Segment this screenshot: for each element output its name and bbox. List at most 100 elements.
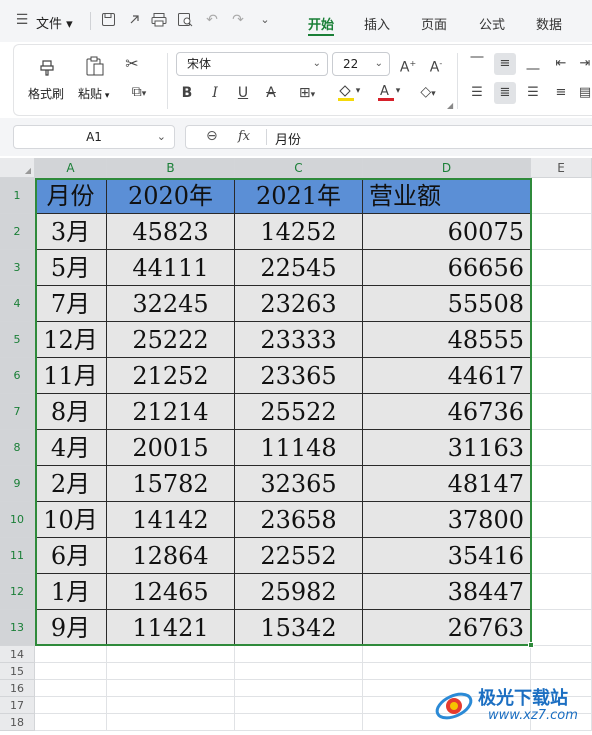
align-left-icon[interactable]: ☰ xyxy=(466,82,488,104)
row-header-14[interactable]: 14 xyxy=(0,646,35,663)
data-cell[interactable]: 23365 xyxy=(235,358,363,394)
data-cell[interactable]: 1月 xyxy=(35,574,107,610)
file-menu[interactable]: 文件 ▾ xyxy=(36,13,73,32)
underline-icon[interactable]: U xyxy=(234,84,252,102)
row-header-15[interactable]: 15 xyxy=(0,663,35,680)
undo-icon[interactable]: ↶ xyxy=(204,12,220,28)
font-color-icon[interactable]: A ▾ xyxy=(372,82,404,106)
tab-data[interactable]: 数据 xyxy=(536,14,562,33)
tab-home[interactable]: 开始 xyxy=(308,14,334,33)
data-cell[interactable]: 55508 xyxy=(363,286,531,322)
column-header-b[interactable]: B xyxy=(107,158,235,178)
column-header-a[interactable]: A xyxy=(35,158,107,178)
data-cell[interactable]: 21252 xyxy=(107,358,235,394)
data-cell[interactable]: 7月 xyxy=(35,286,107,322)
print-icon[interactable] xyxy=(151,12,167,28)
zoom-search-icon[interactable]: ⊖ xyxy=(206,128,218,144)
cell[interactable] xyxy=(531,322,592,358)
font-size-select[interactable]: 22 ⌄ xyxy=(332,52,390,76)
data-cell[interactable]: 48147 xyxy=(363,466,531,502)
cell[interactable] xyxy=(235,680,363,697)
cell[interactable] xyxy=(531,250,592,286)
cell[interactable] xyxy=(531,286,592,322)
decrease-font-icon[interactable]: A- xyxy=(426,55,446,77)
paste-button[interactable]: 粘贴 ▾ xyxy=(78,85,109,102)
row-header-7[interactable]: 7 xyxy=(0,394,35,430)
row-header-5[interactable]: 5 xyxy=(0,322,35,358)
data-cell[interactable]: 6月 xyxy=(35,538,107,574)
data-cell[interactable]: 11148 xyxy=(235,430,363,466)
data-cell[interactable]: 9月 xyxy=(35,610,107,646)
data-cell[interactable]: 25522 xyxy=(235,394,363,430)
data-cell[interactable]: 31163 xyxy=(363,430,531,466)
data-cell[interactable]: 22552 xyxy=(235,538,363,574)
format-painter-button[interactable]: 格式刷 xyxy=(28,85,64,102)
row-header-11[interactable]: 11 xyxy=(0,538,35,574)
data-cell[interactable]: 46736 xyxy=(363,394,531,430)
cell[interactable] xyxy=(531,178,592,214)
row-header-9[interactable]: 9 xyxy=(0,466,35,502)
cell[interactable] xyxy=(531,466,592,502)
data-cell[interactable]: 48555 xyxy=(363,322,531,358)
column-header-c[interactable]: C xyxy=(235,158,363,178)
save-icon[interactable] xyxy=(100,12,116,28)
hamburger-menu-icon[interactable]: ☰ xyxy=(14,12,30,28)
row-header-17[interactable]: 17 xyxy=(0,697,35,714)
data-cell[interactable]: 11月 xyxy=(35,358,107,394)
italic-icon[interactable]: I xyxy=(206,84,224,102)
row-header-13[interactable]: 13 xyxy=(0,610,35,646)
cell[interactable] xyxy=(235,714,363,731)
increase-indent-icon[interactable]: ⇥ xyxy=(574,53,592,75)
cell[interactable] xyxy=(531,394,592,430)
cell[interactable] xyxy=(531,430,592,466)
redo-icon[interactable]: ↷ xyxy=(230,12,246,28)
copy-icon[interactable]: ⧉▾ xyxy=(124,83,154,103)
row-header-8[interactable]: 8 xyxy=(0,430,35,466)
row-header-10[interactable]: 10 xyxy=(0,502,35,538)
row-header-16[interactable]: 16 xyxy=(0,680,35,697)
data-cell[interactable]: 2月 xyxy=(35,466,107,502)
justify-icon[interactable]: ≡ xyxy=(550,82,572,104)
align-top-icon[interactable]: ⎺ xyxy=(466,53,488,75)
data-cell[interactable]: 10月 xyxy=(35,502,107,538)
data-cell[interactable]: 12月 xyxy=(35,322,107,358)
cell[interactable] xyxy=(35,646,107,663)
cell[interactable] xyxy=(35,663,107,680)
row-header-1[interactable]: 1 xyxy=(0,178,35,214)
spreadsheet-grid[interactable]: ◢ ABCDE 1 2 3 4 5 6 7 8 9 10 11 12 13 14 15 16 17 18 月份 20… xyxy=(0,158,592,735)
share-icon[interactable] xyxy=(126,12,142,28)
data-cell[interactable]: 21214 xyxy=(107,394,235,430)
row-header-18[interactable]: 18 xyxy=(0,714,35,731)
eraser-icon[interactable]: ◇▾ xyxy=(412,83,444,103)
formula-input[interactable]: ⊖ fx 月份 xyxy=(185,125,592,149)
data-cell[interactable]: 12465 xyxy=(107,574,235,610)
data-cell[interactable]: 23658 xyxy=(235,502,363,538)
data-cell[interactable]: 25222 xyxy=(107,322,235,358)
data-cell[interactable]: 15782 xyxy=(107,466,235,502)
cell[interactable] xyxy=(531,502,592,538)
tab-formula[interactable]: 公式 xyxy=(479,14,505,33)
dialog-launcher-icon[interactable]: ◢ xyxy=(447,101,453,110)
header-cell[interactable]: 营业额 xyxy=(363,178,531,214)
cell[interactable] xyxy=(235,646,363,663)
data-cell[interactable]: 5月 xyxy=(35,250,107,286)
row-header-2[interactable]: 2 xyxy=(0,214,35,250)
cell[interactable] xyxy=(35,697,107,714)
data-cell[interactable]: 20015 xyxy=(107,430,235,466)
cell[interactable] xyxy=(107,697,235,714)
decrease-indent-icon[interactable]: ⇤ xyxy=(550,53,572,75)
bold-icon[interactable]: B xyxy=(178,84,196,102)
fill-handle[interactable] xyxy=(528,642,534,648)
cell[interactable] xyxy=(363,663,531,680)
fx-icon[interactable]: fx xyxy=(238,129,250,144)
header-cell[interactable]: 2020年 xyxy=(107,178,235,214)
data-cell[interactable]: 32245 xyxy=(107,286,235,322)
header-cell[interactable]: 2021年 xyxy=(235,178,363,214)
data-cell[interactable]: 35416 xyxy=(363,538,531,574)
increase-font-icon[interactable]: A+ xyxy=(398,55,418,77)
align-right-icon[interactable]: ☰ xyxy=(522,82,544,104)
select-all-corner[interactable]: ◢ xyxy=(0,158,35,178)
data-cell[interactable]: 11421 xyxy=(107,610,235,646)
cell[interactable] xyxy=(531,574,592,610)
row-header-6[interactable]: 6 xyxy=(0,358,35,394)
